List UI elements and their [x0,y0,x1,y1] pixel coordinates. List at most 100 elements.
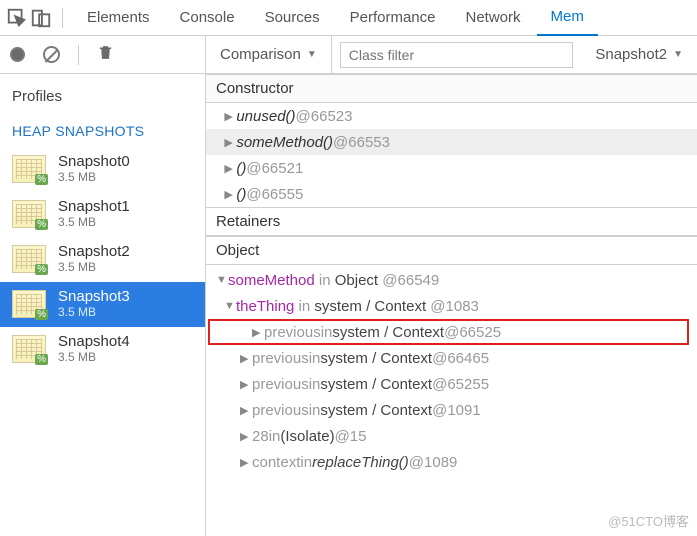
clear-icon[interactable] [43,46,60,63]
ref-context: system / Context [332,324,444,341]
ref-name: previous [252,402,309,419]
compare-dropdown[interactable]: Snapshot2 ▼ [581,46,697,63]
constructor-id: @66521 [246,160,303,177]
ref-context: (Isolate) [280,428,334,445]
tab-performance[interactable]: Performance [336,0,450,36]
class-filter-input[interactable] [340,42,574,68]
tab-memory[interactable]: Mem [537,0,598,36]
device-toggle-icon[interactable] [30,7,52,29]
separator [78,45,79,65]
constructor-name: () [236,186,246,203]
object-header: Object [206,236,697,265]
view-mode-dropdown[interactable]: Comparison ▼ [206,36,332,73]
snapshot-item[interactable]: Snapshot43.5 MB [0,327,205,372]
retainers-tree: ▼ someMethod in Object @66549 ▼ theThing… [206,265,697,477]
constructor-id: @66555 [246,186,303,203]
ref-id: @66525 [444,324,501,341]
constructors-list: ▶unused() @66523 ▶someMethod() @66553 ▶(… [206,103,697,208]
retainer-ref[interactable]: ▶previous in system / Context @66525 [208,319,689,345]
expand-icon[interactable]: ▶ [240,404,252,417]
devtools-tabs: Elements Console Sources Performance Net… [0,0,697,36]
constructor-name: () [236,160,246,177]
ref-name: theThing [236,298,294,315]
snapshot-item[interactable]: Snapshot13.5 MB [0,192,205,237]
inspect-icon[interactable] [6,7,28,29]
tab-elements[interactable]: Elements [73,0,164,36]
ref-name: previous [264,324,321,341]
sidebar-toolbar [0,36,205,74]
snapshot-name: Snapshot4 [58,333,130,350]
separator [62,8,63,28]
tab-console[interactable]: Console [166,0,249,36]
tab-network[interactable]: Network [451,0,534,36]
retainer-ref[interactable]: ▶previous in system / Context @65255 [206,371,697,397]
trash-icon[interactable] [97,44,114,66]
constructor-id: @66553 [333,134,390,151]
retainers-header: Retainers [206,208,697,236]
ref-id: @1089 [409,454,458,471]
record-icon[interactable] [10,47,25,62]
sidebar: Profiles HEAP SNAPSHOTS Snapshot03.5 MBS… [0,36,206,536]
snapshot-item[interactable]: Snapshot33.5 MB [0,282,205,327]
filter-toolbar: Comparison ▼ Snapshot2 ▼ [206,36,697,74]
expand-icon[interactable]: ▶ [240,378,252,391]
view-mode-label: Comparison [220,46,301,63]
snapshot-icon [12,245,46,273]
ref-name: previous [252,350,309,367]
snapshot-size: 3.5 MB [58,260,130,274]
expand-icon[interactable]: ▼ [224,300,236,312]
snapshot-name: Snapshot1 [58,198,130,215]
retainer-ref[interactable]: ▶28 in (Isolate) @15 [206,423,697,449]
profiles-heading: Profiles [0,74,205,115]
ref-id: @15 [335,428,367,445]
heap-snapshots-heading: HEAP SNAPSHOTS [0,115,205,147]
expand-icon[interactable]: ▶ [252,326,264,339]
constructor-header: Constructor [206,74,697,103]
retainer-thing[interactable]: ▼ theThing in system / Context @1083 [206,293,697,319]
ref-name: 28 [252,428,269,445]
constructor-name: unused() [236,108,295,125]
snapshot-size: 3.5 MB [58,350,130,364]
ref-name: previous [252,376,309,393]
snapshot-icon [12,200,46,228]
ref-context: replaceThing() [312,454,409,471]
snapshot-item[interactable]: Snapshot03.5 MB [0,147,205,192]
snapshot-item[interactable]: Snapshot23.5 MB [0,237,205,282]
constructor-row[interactable]: ▶someMethod() @66553 [206,129,697,155]
retainer-root[interactable]: ▼ someMethod in Object @66549 [206,267,697,293]
ref-name: context [252,454,300,471]
expand-icon[interactable]: ▶ [224,136,236,149]
expand-icon[interactable]: ▶ [224,162,236,175]
ref-id: @66465 [432,350,489,367]
snapshot-icon [12,335,46,363]
retainer-ref[interactable]: ▶context in replaceThing() @1089 [206,449,697,475]
ref-name: someMethod [228,272,315,289]
main-panel: Comparison ▼ Snapshot2 ▼ Constructor ▶un… [206,36,697,536]
expand-icon[interactable]: ▶ [240,456,252,469]
snapshot-size: 3.5 MB [58,305,130,319]
expand-icon[interactable]: ▶ [224,110,236,123]
expand-icon[interactable]: ▶ [240,430,252,443]
retainer-ref[interactable]: ▶previous in system / Context @66465 [206,345,697,371]
chevron-down-icon: ▼ [307,49,317,60]
constructor-id: @66523 [296,108,353,125]
constructor-name: someMethod() [236,134,333,151]
snapshot-name: Snapshot0 [58,153,130,170]
expand-icon[interactable]: ▼ [216,274,228,286]
constructor-row[interactable]: ▶() @66521 [206,155,697,181]
constructor-row[interactable]: ▶unused() @66523 [206,103,697,129]
ref-id: @1091 [432,402,481,419]
tab-sources[interactable]: Sources [251,0,334,36]
snapshot-name: Snapshot2 [58,243,130,260]
snapshot-size: 3.5 MB [58,215,130,229]
snapshot-name: Snapshot3 [58,288,130,305]
ref-context: system / Context [320,376,432,393]
constructor-row[interactable]: ▶() @66555 [206,181,697,207]
snapshot-list: Snapshot03.5 MBSnapshot13.5 MBSnapshot23… [0,147,205,372]
snapshot-icon [12,290,46,318]
retainer-ref[interactable]: ▶previous in system / Context @1091 [206,397,697,423]
expand-icon[interactable]: ▶ [240,352,252,365]
chevron-down-icon: ▼ [673,49,683,60]
ref-id: @65255 [432,376,489,393]
expand-icon[interactable]: ▶ [224,188,236,201]
